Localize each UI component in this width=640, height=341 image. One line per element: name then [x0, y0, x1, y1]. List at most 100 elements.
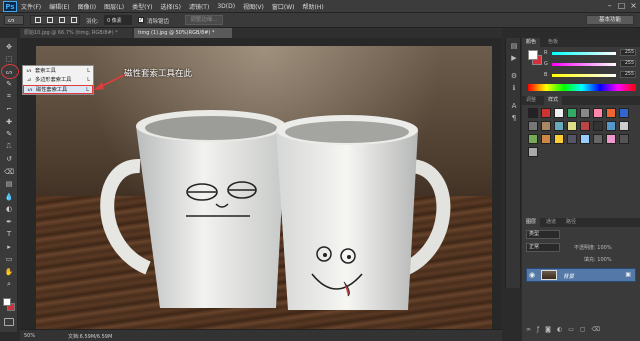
menu-select[interactable]: 选择(S): [160, 2, 181, 11]
tab-adjustments[interactable]: 调整: [522, 96, 540, 105]
tab-channels[interactable]: 通道: [542, 218, 560, 227]
menu-image[interactable]: 图像(I): [78, 2, 96, 11]
tab-document-1[interactable]: 原始10.jpg @ 66.7% (timg, RGB/8#) *: [20, 28, 132, 38]
layer-background[interactable]: ◉ 背景 ▣: [526, 268, 636, 282]
dodge-icon[interactable]: ◐: [4, 205, 14, 214]
menu-type[interactable]: 类型(Y): [132, 2, 152, 11]
new-selection-icon[interactable]: [35, 17, 41, 23]
style-preset-swatch[interactable]: [567, 108, 577, 118]
character-panel-icon[interactable]: A: [509, 102, 519, 111]
lasso-tool-menu-item[interactable]: ᔕ 套索工具 L: [23, 67, 93, 76]
move-icon[interactable]: ✥: [4, 42, 14, 51]
style-preset-swatch[interactable]: [593, 108, 603, 118]
history-brush-icon[interactable]: ↺: [4, 155, 14, 164]
quick-select-icon[interactable]: ✎: [4, 80, 14, 89]
red-track[interactable]: [552, 52, 616, 55]
link-layers-icon[interactable]: ∞: [526, 326, 537, 333]
menu-view[interactable]: 视图(V): [243, 2, 264, 11]
style-preset-swatch[interactable]: [593, 121, 603, 131]
menu-file[interactable]: 文件(F): [21, 2, 41, 11]
type-icon[interactable]: T: [4, 230, 14, 239]
foreground-color-chip[interactable]: [528, 50, 538, 60]
style-preset-swatch[interactable]: [606, 121, 616, 131]
clone-stamp-icon[interactable]: ⎍: [4, 142, 14, 151]
style-preset-swatch[interactable]: [554, 108, 564, 118]
style-preset-swatch[interactable]: [567, 121, 577, 131]
new-layer-icon[interactable]: ▢: [580, 326, 592, 333]
magnetic-lasso-tool-menu-item[interactable]: ᔕ 磁性套索工具 L: [23, 85, 93, 94]
style-preset-swatch[interactable]: [541, 134, 551, 144]
blend-mode-select[interactable]: 正常: [526, 243, 560, 252]
tab-document-2[interactable]: timg (1).jpg @ 50%(RGB/8#) *: [134, 28, 232, 38]
workspace-select[interactable]: 基本功能: [586, 15, 634, 25]
new-group-icon[interactable]: ▭: [568, 326, 580, 333]
refine-edge-button[interactable]: 调整边缘...: [185, 15, 223, 25]
blur-icon[interactable]: 💧: [4, 192, 14, 201]
visibility-eye-icon[interactable]: ◉: [529, 271, 535, 279]
layer-name[interactable]: 背景: [563, 272, 574, 280]
eraser-icon[interactable]: ⌫: [4, 167, 14, 176]
polygonal-lasso-tool-menu-item[interactable]: ⊿ 多边形套索工具 L: [23, 76, 93, 85]
green-track[interactable]: [552, 63, 616, 66]
red-slider[interactable]: R 255: [544, 49, 638, 58]
actions-panel-icon[interactable]: ▶: [509, 54, 519, 63]
green-slider[interactable]: G 255: [544, 60, 638, 69]
color-spectrum-bar[interactable]: [528, 84, 636, 91]
antialias-checkbox[interactable]: ✓: [138, 17, 144, 23]
style-preset-swatch[interactable]: [528, 121, 538, 131]
paragraph-panel-icon[interactable]: ¶: [509, 114, 519, 123]
close-button[interactable]: ×: [628, 1, 639, 11]
layer-filter-select[interactable]: 类型: [526, 230, 560, 239]
quick-mask-icon[interactable]: [4, 318, 14, 326]
menu-filter[interactable]: 滤镜(T): [189, 2, 209, 11]
foreground-color-swatch[interactable]: [3, 298, 11, 306]
add-mask-icon[interactable]: ◙: [545, 326, 557, 333]
selection-mode-buttons[interactable]: [30, 15, 80, 25]
style-preset-swatch[interactable]: [580, 134, 590, 144]
intersect-selection-icon[interactable]: [71, 17, 77, 23]
style-preset-swatch[interactable]: [593, 134, 603, 144]
history-panel-icon[interactable]: ▤: [509, 42, 519, 51]
blue-slider[interactable]: B 255: [544, 71, 638, 80]
crop-icon[interactable]: ⌗: [4, 92, 14, 101]
fx-icon[interactable]: ƒ: [537, 326, 545, 333]
blue-value[interactable]: 255: [620, 71, 636, 78]
tab-paths[interactable]: 路径: [562, 218, 580, 227]
menu-3d[interactable]: 3D(D): [217, 3, 235, 10]
maximize-button[interactable]: □: [616, 1, 627, 11]
delete-layer-icon[interactable]: ⌫: [592, 326, 606, 333]
shape-icon[interactable]: ▭: [4, 255, 14, 264]
tab-swatches[interactable]: 色板: [544, 38, 562, 47]
minimize-button[interactable]: –: [604, 1, 615, 11]
feather-input[interactable]: 0 像素: [104, 15, 132, 25]
style-preset-swatch[interactable]: [528, 134, 538, 144]
style-preset-swatch[interactable]: [528, 147, 538, 157]
style-preset-swatch[interactable]: [619, 134, 629, 144]
style-preset-swatch[interactable]: [580, 108, 590, 118]
style-preset-swatch[interactable]: [541, 108, 551, 118]
style-preset-swatch[interactable]: [606, 134, 616, 144]
path-select-icon[interactable]: ▸: [4, 242, 14, 251]
style-preset-swatch[interactable]: [619, 121, 629, 131]
style-preset-swatch[interactable]: [567, 134, 577, 144]
red-value[interactable]: 255: [620, 49, 636, 56]
properties-panel-icon[interactable]: ⚙: [509, 72, 519, 81]
tab-layers[interactable]: 图层: [522, 218, 541, 227]
tool-preset-picker[interactable]: ᔕ: [4, 15, 24, 25]
brush-icon[interactable]: ✎: [4, 130, 14, 139]
style-preset-swatch[interactable]: [541, 121, 551, 131]
style-preset-swatch[interactable]: [554, 121, 564, 131]
style-preset-swatch[interactable]: [619, 108, 629, 118]
add-selection-icon[interactable]: [47, 17, 53, 23]
hand-icon[interactable]: ✋: [4, 267, 14, 276]
green-value[interactable]: 255: [620, 60, 636, 67]
marquee-icon[interactable]: ⬚: [4, 55, 14, 64]
zoom-icon[interactable]: ⌕: [4, 280, 14, 289]
subtract-selection-icon[interactable]: [59, 17, 65, 23]
style-preset-swatch[interactable]: [580, 121, 590, 131]
tab-color[interactable]: 颜色: [522, 38, 541, 47]
fill-control[interactable]: 填充: 100%: [584, 256, 612, 263]
menu-window[interactable]: 窗口(W): [272, 2, 295, 11]
blue-track[interactable]: [552, 74, 616, 77]
eyedropper-icon[interactable]: ⌐: [4, 105, 14, 114]
